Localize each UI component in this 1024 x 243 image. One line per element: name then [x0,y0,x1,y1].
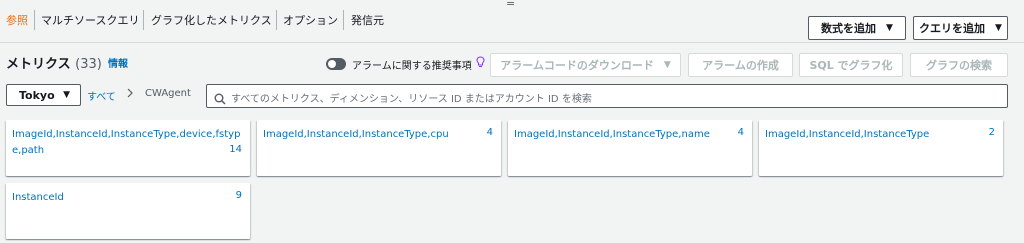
graph-with-sql-label: SQL でグラフ化 [809,59,893,72]
alarm-recommendations-label: アラームに関する推奨事項 [352,61,472,72]
metrics-search-input[interactable]: すべてのメトリクス、ディメンション、リソース ID またはアカウント ID を検… [206,84,1008,108]
add-query-button[interactable]: クエリを追加 ▼ [913,16,1008,40]
metrics-count: (33) [75,57,102,72]
tab-graphed-metrics[interactable]: グラフ化したメトリクス [151,12,272,28]
dimension-card-count: 4 [486,127,493,138]
tab-source[interactable]: 発信元 [351,12,384,28]
tab-divider [276,10,277,30]
drag-handle-icon[interactable]: = [506,0,515,9]
dimension-card-label: ImageId,InstanceId,InstanceType,cpu [263,129,449,140]
metrics-title: メトリクス [6,57,71,72]
graph-search-label: グラフの検索 [926,59,992,72]
create-alarm-label: アラームの作成 [702,59,779,72]
graph-with-sql-button[interactable]: SQL でグラフ化 [799,53,903,77]
dimension-card[interactable]: ImageId,InstanceId,InstanceType,name 4 [508,120,752,176]
dimension-card-count: 4 [737,127,744,138]
tab-browse[interactable]: 参照 [6,12,28,28]
dimension-card[interactable]: ImageId,InstanceId,InstanceType,cpu 4 [257,120,501,176]
tab-bar-divider [0,42,1024,43]
tab-divider [34,10,35,30]
download-alarm-code-label: アラームコードのダウンロード [500,59,654,72]
page-title: メトリクス (33) [6,53,102,72]
dimension-card-count: 2 [988,127,995,138]
chevron-right-icon [127,88,133,101]
dimension-card-label: ImageId,InstanceId,InstanceType [765,129,930,140]
dimension-card-label: ImageId,InstanceId,InstanceType,name [514,129,710,140]
dimension-card-label: ImageId,InstanceId,InstanceType,device,f… [12,129,241,156]
dimension-card[interactable]: InstanceId 9 [6,183,250,239]
region-select[interactable]: Tokyo ▼ [6,84,81,106]
tab-options[interactable]: オプション [283,12,338,28]
caret-down-icon: ▼ [886,23,893,33]
graph-search-button[interactable]: グラフの検索 [910,53,1008,77]
lightbulb-icon[interactable] [476,56,485,71]
dimension-card-count: 14 [229,144,242,155]
search-icon [214,90,226,105]
search-placeholder: すべてのメトリクス、ディメンション、リソース ID またはアカウント ID を検… [231,94,592,105]
dimension-card-label: InstanceId [12,192,64,203]
caret-down-icon: ▼ [63,90,70,100]
add-query-label: クエリを追加 [919,22,986,35]
dimension-card[interactable]: ImageId,InstanceId,InstanceType,device,f… [6,120,250,176]
caret-down-icon: ▼ [663,60,671,70]
tab-divider [143,10,144,30]
tab-multi-source-query[interactable]: マルチソースクエリ [41,12,139,28]
add-math-label: 数式を追加 [821,22,877,35]
breadcrumb-all[interactable]: すべて [87,88,116,103]
region-label: Tokyo [19,88,55,102]
caret-down-icon: ▼ [995,23,1002,33]
add-math-button[interactable]: 数式を追加 ▼ [808,16,906,40]
breadcrumb-namespace: CWAgent [145,88,191,99]
download-alarm-code-button[interactable]: アラームコードのダウンロード ▼ [490,53,681,77]
info-link[interactable]: 情報 [108,55,128,70]
create-alarm-button[interactable]: アラームの作成 [688,53,793,77]
alarm-recommendations-toggle[interactable] [326,58,346,70]
tab-divider [343,10,344,30]
dimension-card-count: 9 [235,190,242,201]
dimension-card[interactable]: ImageId,InstanceId,InstanceType 2 [759,120,1003,176]
